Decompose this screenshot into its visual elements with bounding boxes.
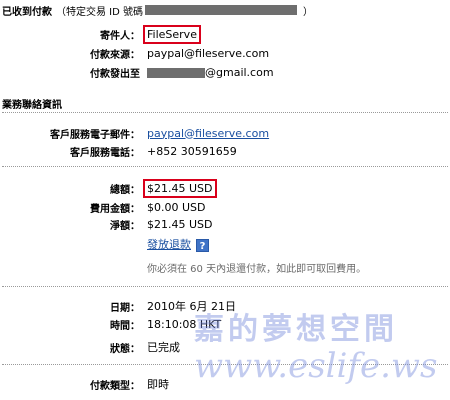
time-value: 18:10:08 HKT	[147, 317, 222, 331]
status-value: 已完成	[147, 341, 180, 354]
payment-to-domain: @gmail.com	[205, 65, 274, 79]
help-icon[interactable]: ?	[196, 238, 209, 252]
sender-value-wrap: FileServe	[143, 24, 201, 44]
transaction-id-suffix: ）	[303, 6, 314, 18]
total-value-wrap: $21.45 USD	[143, 178, 217, 198]
date-label: 日期：	[110, 302, 140, 314]
issue-refund-link[interactable]: 發放退款	[147, 238, 191, 251]
sender-row: 寄件人： FileServe	[0, 24, 450, 44]
payment-source-row: 付款來源： paypal@fileserve.com	[0, 45, 450, 61]
payment-type-row: 付款類型： 即時	[0, 376, 450, 392]
business-contact-title: 業務聯絡資訊	[2, 100, 62, 111]
divider	[2, 286, 448, 287]
date-row: 日期： 2010年 6月 21日	[0, 298, 450, 314]
refund-row: 發放退款?	[0, 236, 450, 252]
payment-received-title: 已收到付款	[2, 6, 52, 18]
payment-to-value: @gmail.com	[147, 66, 274, 79]
net-value: $21.45 USD	[147, 217, 213, 231]
support-phone-row: 客戶服務電話： +852 30591659	[0, 143, 450, 159]
payment-header: 已收到付款 （特定交易 ID 號碼 ）	[2, 2, 313, 18]
time-label: 時間：	[110, 320, 140, 332]
support-phone-value: +852 30591659	[147, 144, 237, 158]
support-email-row: 客戶服務電子郵件： paypal@fileserve.com	[0, 125, 450, 141]
total-label: 總額：	[110, 184, 140, 196]
total-row: 總額： $21.45 USD	[0, 178, 450, 198]
support-phone-label: 客戶服務電話：	[70, 147, 140, 159]
sender-value: FileServe	[143, 24, 201, 44]
payment-details-page: 已收到付款 （特定交易 ID 號碼 ） 寄件人： FileServe 付款來源：…	[0, 0, 450, 400]
net-label: 淨額：	[110, 220, 140, 232]
payment-type-label: 付款類型：	[90, 380, 140, 392]
refund-wrap: 發放退款?	[147, 236, 209, 252]
fee-value: $0.00 USD	[147, 200, 206, 214]
support-email-label: 客戶服務電子郵件：	[50, 129, 140, 141]
total-value: $21.45 USD	[143, 178, 217, 198]
date-value: 2010年 6月 21日	[147, 300, 236, 313]
sender-label: 寄件人：	[100, 30, 140, 42]
net-row: 淨額： $21.45 USD	[0, 216, 450, 232]
divider	[2, 112, 448, 113]
transaction-id-prefix: （特定交易 ID 號碼	[56, 6, 144, 18]
divider	[2, 364, 448, 365]
payment-type-value: 即時	[147, 378, 169, 391]
support-email-link[interactable]: paypal@fileserve.com	[147, 127, 269, 140]
divider	[2, 166, 448, 167]
payment-to-row: 付款發出至 @gmail.com	[0, 64, 450, 80]
email-redacted	[147, 67, 205, 78]
fee-label: 費用金額：	[90, 203, 140, 215]
status-label: 狀態：	[110, 343, 140, 355]
status-row: 狀態： 已完成	[0, 339, 450, 355]
payment-source-value: paypal@fileserve.com	[147, 46, 270, 60]
transaction-id-redacted	[145, 5, 298, 15]
payment-source-label: 付款來源：	[90, 49, 140, 61]
time-row: 時間： 18:10:08 HKT	[0, 316, 450, 332]
payment-to-label: 付款發出至	[90, 68, 140, 80]
refund-note: 你必須在 60 天內退還付款，如此即可取回費用。	[147, 264, 367, 275]
fee-row: 費用金額： $0.00 USD	[0, 199, 450, 215]
